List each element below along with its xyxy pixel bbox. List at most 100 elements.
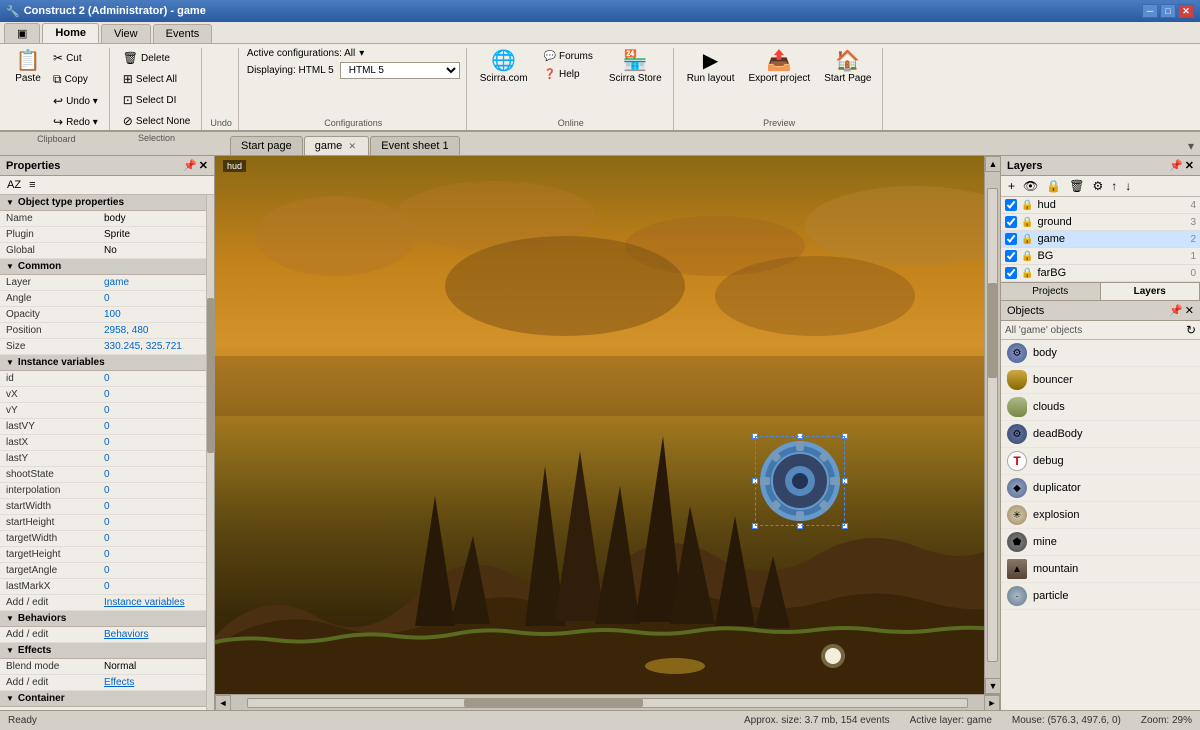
tab-game[interactable]: game ✕ [304, 136, 370, 155]
section-behaviors[interactable]: Behaviors [0, 611, 206, 627]
section-common[interactable]: Common [0, 259, 206, 275]
layer-row-ground[interactable]: 🔒 ground 3 [1001, 214, 1200, 231]
paste-button[interactable]: 📋 Paste [10, 48, 46, 87]
layer-row-game[interactable]: 🔒 game 2 [1001, 231, 1200, 248]
undo-icon: ↩ [53, 94, 63, 108]
tab-file[interactable]: ▣ [4, 23, 40, 43]
layer-row-hud[interactable]: 🔒 hud 4 [1001, 197, 1200, 214]
section-instance-label: Instance variables [18, 357, 105, 368]
tab-home[interactable]: Home [42, 23, 99, 43]
layer-row-bg[interactable]: 🔒 BG 1 [1001, 248, 1200, 265]
layer-bg-checkbox[interactable] [1005, 250, 1017, 262]
layer-ground-checkbox[interactable] [1005, 216, 1017, 228]
doc-tabs-arrow[interactable]: ▾ [1186, 137, 1196, 155]
prop-vy-row: vY 0 [0, 403, 206, 419]
scirra-button[interactable]: 🌐 Scirra.com [475, 48, 533, 87]
layer-game-checkbox[interactable] [1005, 233, 1017, 245]
prop-vscroll[interactable] [206, 195, 214, 710]
start-page-button[interactable]: 🏠 Start Page [819, 48, 876, 87]
game-canvas[interactable]: hud [215, 156, 984, 694]
export-button[interactable]: 📤 Export project [744, 48, 816, 87]
section-instance[interactable]: Instance variables [0, 355, 206, 371]
object-explosion[interactable]: ✳ explosion [1001, 502, 1200, 529]
layer-add-btn[interactable]: + [1005, 178, 1018, 194]
prop-pin-icon[interactable]: 📌 [183, 159, 197, 172]
copy-label: Copy [65, 74, 88, 85]
store-label: Scirra Store [609, 73, 662, 84]
minimize-btn[interactable]: ─ [1142, 4, 1158, 18]
canvas-scrollable[interactable]: hud [215, 156, 984, 694]
prop-targeth-value: 0 [100, 548, 206, 561]
tab-view[interactable]: View [101, 24, 151, 43]
object-mine[interactable]: ⬟ mine [1001, 529, 1200, 556]
object-deadbody[interactable]: ⚙ deadBody [1001, 421, 1200, 448]
prop-az-icon[interactable]: AZ [4, 178, 24, 192]
objects-close-icon[interactable]: ✕ [1185, 304, 1194, 317]
layers-close-icon[interactable]: ✕ [1185, 159, 1194, 172]
undo-button[interactable]: ↩ Undo ▾ [48, 91, 103, 111]
titlebar-controls[interactable]: ─ □ ✕ [1142, 4, 1194, 18]
select-none-button[interactable]: ⊘ Select None [118, 111, 196, 131]
canvas-vscroll[interactable]: ▲ ▼ [984, 156, 1000, 694]
prop-category-icon[interactable]: ≡ [26, 178, 38, 192]
tab-events[interactable]: Event sheet 1 [370, 136, 459, 155]
vscroll-down-btn[interactable]: ▼ [985, 678, 1000, 694]
prop-instance-link[interactable]: Instance variables [100, 596, 206, 609]
layers-pin-icon[interactable]: 📌 [1169, 159, 1183, 172]
vscroll-up-btn[interactable]: ▲ [985, 156, 1000, 172]
delete-icon: 🗑 [123, 51, 138, 65]
store-button[interactable]: 🏪 Scirra Store [604, 48, 667, 87]
layer-down-btn[interactable]: ↓ [1122, 178, 1134, 194]
cut-button[interactable]: ✂ Cut [48, 48, 103, 68]
layer-delete-btn[interactable]: 🗑 [1066, 178, 1087, 194]
copy-button[interactable]: ⧉ Copy [48, 69, 103, 90]
tab-layers[interactable]: Layers [1101, 283, 1200, 300]
layer-row-farbg[interactable]: 🔒 farBG 0 [1001, 265, 1200, 282]
redo-button[interactable]: ↪ Redo ▾ [48, 112, 103, 132]
object-debug[interactable]: T debug [1001, 448, 1200, 475]
select-all-button[interactable]: ⊞ Select All [118, 69, 196, 89]
layer-hud-checkbox[interactable] [1005, 199, 1017, 211]
delete-button[interactable]: 🗑 Delete [118, 48, 196, 68]
help-button[interactable]: ❓ Help [539, 66, 598, 83]
status-zoom: Zoom: 29% [1141, 715, 1192, 726]
forums-button[interactable]: 💬 Forums [539, 48, 598, 65]
section-effects[interactable]: Effects [0, 643, 206, 659]
object-body[interactable]: ⚙ body [1001, 340, 1200, 367]
layer-lock-btn[interactable]: 🔒 [1043, 178, 1064, 194]
section-container[interactable]: Container [0, 691, 206, 707]
hscroll-left-btn[interactable]: ◄ [215, 695, 231, 711]
hscroll-right-btn[interactable]: ► [984, 695, 1000, 711]
vscroll-track [987, 188, 998, 662]
run-button[interactable]: ▶ Run layout [682, 48, 740, 87]
object-clouds[interactable]: clouds [1001, 394, 1200, 421]
objects-pin-icon[interactable]: 📌 [1169, 304, 1183, 317]
maximize-btn[interactable]: □ [1160, 4, 1176, 18]
prop-vx-row: vX 0 [0, 387, 206, 403]
tab-events[interactable]: Events [153, 24, 213, 43]
object-mountain[interactable]: ▲ mountain [1001, 556, 1200, 583]
delete-label: Delete [141, 53, 170, 64]
active-config-arrow[interactable]: ▾ [359, 48, 364, 59]
section-behaviors-label: Behaviors [18, 613, 66, 624]
object-particle[interactable]: · particle [1001, 583, 1200, 610]
tab-game-close[interactable]: ✕ [346, 140, 358, 152]
layer-farbg-checkbox[interactable] [1005, 267, 1017, 279]
section-object-type[interactable]: Object type properties [0, 195, 206, 211]
mountain-icon: ▲ [1007, 559, 1027, 579]
html-select[interactable]: HTML 5 [340, 62, 460, 79]
object-duplicator[interactable]: ◆ duplicator [1001, 475, 1200, 502]
layer-props-btn[interactable]: ⚙ [1089, 178, 1106, 194]
objects-refresh-icon[interactable]: ↻ [1186, 323, 1196, 337]
layer-eye-btn[interactable]: 👁 [1020, 178, 1041, 194]
particle-name: particle [1033, 590, 1068, 602]
layer-up-btn[interactable]: ↑ [1108, 178, 1120, 194]
tab-projects[interactable]: Projects [1001, 283, 1101, 300]
object-bouncer[interactable]: bouncer [1001, 367, 1200, 394]
tab-start-page[interactable]: Start page [230, 136, 303, 155]
select-di-button[interactable]: ⊡ Select DI [118, 90, 196, 110]
prop-behaviors-link[interactable]: Behaviors [100, 628, 206, 641]
close-btn[interactable]: ✕ [1178, 4, 1194, 18]
prop-close-icon[interactable]: ✕ [199, 159, 208, 172]
prop-effects-link[interactable]: Effects [100, 676, 206, 689]
